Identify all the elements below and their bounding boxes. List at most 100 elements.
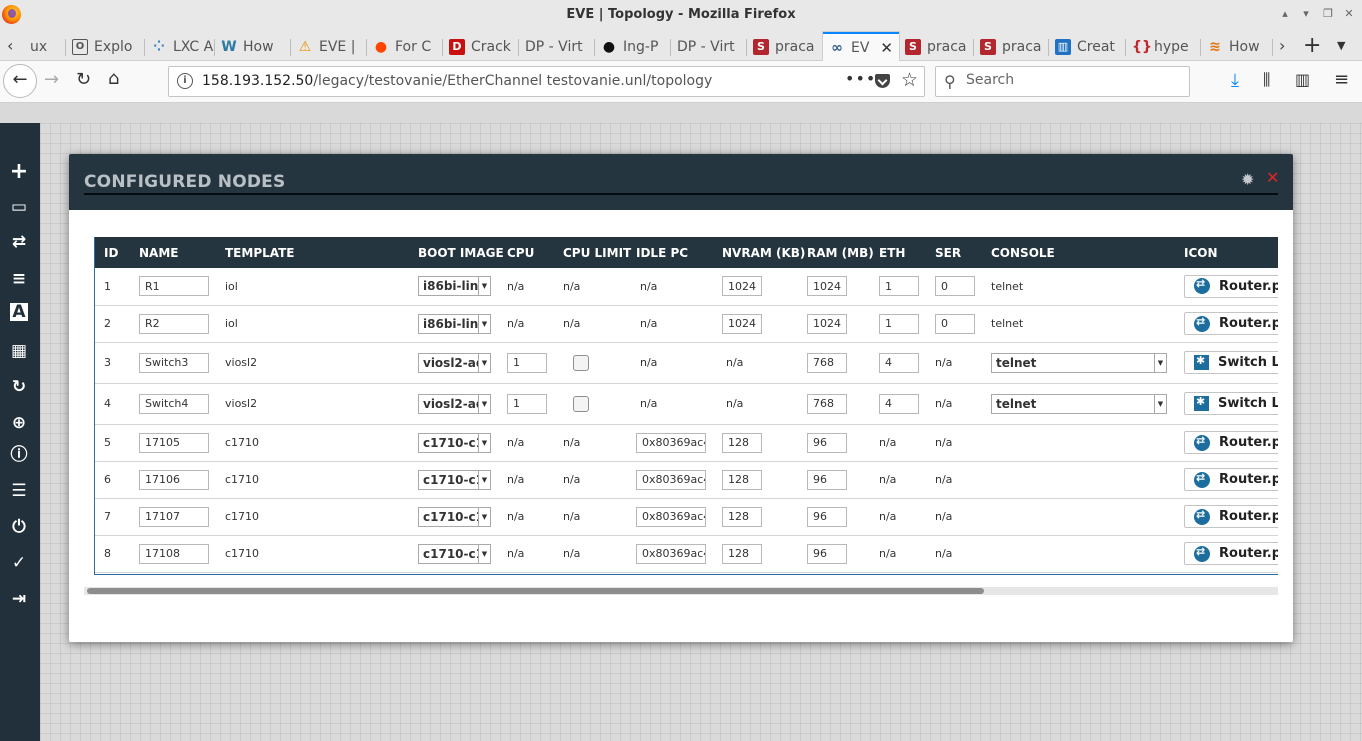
node-name-input[interactable] xyxy=(139,352,209,373)
ram-input[interactable] xyxy=(807,276,847,297)
scroll-tabs-right-icon[interactable]: › xyxy=(1279,36,1285,55)
refresh-icon[interactable]: ↻ xyxy=(8,376,30,398)
cpu-input[interactable] xyxy=(507,393,547,414)
info-icon[interactable]: ⓘ xyxy=(8,444,30,466)
node-name-input[interactable] xyxy=(139,393,209,414)
table-row[interactable]: 1ioli86bi-linux▼n/an/an/atelnetRouter.pn… xyxy=(95,268,1278,306)
icon-select[interactable]: Switch L3 xyxy=(1184,392,1278,415)
add-icon[interactable]: + xyxy=(8,161,30,183)
url-bar[interactable]: i 158.193.152.50/legacy/testovanie/Ether… xyxy=(168,66,925,97)
home-icon[interactable]: ⌂ xyxy=(108,68,119,89)
browser-tab[interactable]: ⚠ EVE | xyxy=(291,32,367,61)
nvram-input[interactable] xyxy=(722,543,762,564)
node-name-input[interactable] xyxy=(139,469,209,490)
pocket-icon[interactable] xyxy=(875,74,890,88)
ram-input[interactable] xyxy=(807,543,847,564)
power-icon[interactable]: ⏻ xyxy=(8,516,30,538)
bookmark-star-icon[interactable]: ☆ xyxy=(901,69,918,91)
new-tab-icon[interactable]: + xyxy=(1303,33,1321,58)
cpu-input[interactable] xyxy=(507,352,547,373)
nvram-input[interactable] xyxy=(722,313,762,334)
browser-tab[interactable]: ⁘ LXC A xyxy=(145,32,215,61)
icon-select[interactable]: Switch L3 xyxy=(1184,351,1278,374)
search-input[interactable] xyxy=(966,72,1181,88)
page-actions-icon[interactable]: ••• xyxy=(845,69,876,88)
nodes-table-viewport[interactable]: ID NAME TEMPLATE BOOT IMAGE CPU CPU LIMIT IDLE… xyxy=(94,237,1278,575)
idle-pc-input[interactable] xyxy=(636,506,706,527)
tab-close-icon[interactable]: ✕ xyxy=(880,39,893,57)
boot-image-select[interactable]: viosl2-adv ▼ xyxy=(418,393,491,414)
reload-icon[interactable]: ↻ xyxy=(76,69,91,90)
browser-tab[interactable]: ● For C xyxy=(367,32,443,61)
browser-tab[interactable]: ux xyxy=(24,32,66,61)
icon-select[interactable]: Router.png xyxy=(1184,312,1278,335)
zoom-icon[interactable]: ⊕ xyxy=(8,412,30,434)
node-name-input[interactable] xyxy=(139,276,209,297)
ram-input[interactable] xyxy=(807,432,847,453)
table-row[interactable]: 8c1710c1710-c1▼n/an/an/an/aRouter.png xyxy=(95,535,1278,573)
ram-input[interactable] xyxy=(807,313,847,334)
icon-select[interactable]: Router.png xyxy=(1184,431,1278,454)
ram-input[interactable] xyxy=(807,393,847,414)
tab-list-icon[interactable]: ▼ xyxy=(1337,39,1345,52)
boot-image-select[interactable]: c1710-c1 ▼ xyxy=(418,506,491,527)
gear-icon[interactable]: ✹ xyxy=(1241,170,1254,189)
nvram-input[interactable] xyxy=(722,276,762,297)
text-icon[interactable]: A xyxy=(10,303,28,321)
browser-tab[interactable]: ● Ing-P xyxy=(595,32,671,61)
library-icon[interactable]: ⫼ xyxy=(1263,70,1270,90)
icon-select[interactable]: Router.png xyxy=(1184,468,1278,491)
nodes-icon[interactable]: ▭ xyxy=(8,196,30,218)
icon-select[interactable]: Router.png xyxy=(1184,542,1278,565)
node-name-input[interactable] xyxy=(139,432,209,453)
window-up-icon[interactable]: ▴ xyxy=(1277,6,1293,22)
browser-tab[interactable]: Spraca xyxy=(899,32,974,61)
boot-image-select[interactable]: c1710-c1 ▼ xyxy=(418,469,491,490)
table-row[interactable]: 3viosl2viosl2-adv▼n/an/an/atelnet▼Switch… xyxy=(95,342,1278,384)
browser-tab[interactable]: DP - Virt xyxy=(671,32,747,61)
site-info-icon[interactable]: i xyxy=(177,73,193,89)
idle-pc-input[interactable] xyxy=(636,469,706,490)
ram-input[interactable] xyxy=(807,352,847,373)
idle-pc-input[interactable] xyxy=(636,543,706,564)
window-restore-icon[interactable]: ❐ xyxy=(1320,6,1336,22)
browser-tab[interactable]: O Explo xyxy=(66,32,145,61)
ram-input[interactable] xyxy=(807,506,847,527)
ser-input[interactable] xyxy=(935,313,975,334)
browser-tab[interactable]: ▥ Creat xyxy=(1049,32,1126,61)
startup-configs-icon[interactable]: ≡ xyxy=(8,268,30,290)
list-icon[interactable]: ☰ xyxy=(8,480,30,502)
eth-input[interactable] xyxy=(879,393,919,414)
table-row[interactable]: 4viosl2viosl2-adv▼n/an/an/atelnet▼Switch… xyxy=(95,383,1278,425)
browser-tab[interactable]: {} hype xyxy=(1126,32,1201,61)
browser-tab[interactable]: Spraca xyxy=(747,32,823,61)
ser-input[interactable] xyxy=(935,276,975,297)
node-name-input[interactable] xyxy=(139,506,209,527)
boot-image-select[interactable]: i86bi-linux ▼ xyxy=(418,313,491,334)
nvram-input[interactable] xyxy=(722,469,762,490)
check-icon[interactable]: ✓ xyxy=(8,552,30,574)
logout-icon[interactable]: ⇥ xyxy=(8,588,30,610)
window-minimize-icon[interactable]: ▾ xyxy=(1298,6,1314,22)
browser-tab[interactable]: D Crack xyxy=(443,32,519,61)
table-row[interactable]: 7c1710c1710-c1▼n/an/an/an/aRouter.png xyxy=(95,498,1278,536)
sidebar-toggle-icon[interactable]: ▥ xyxy=(1295,70,1310,89)
url-text[interactable]: 158.193.152.50/legacy/testovanie/EtherCh… xyxy=(202,73,712,89)
networks-icon[interactable]: ⇄ xyxy=(8,231,30,253)
boot-image-select[interactable]: i86bi-linux ▼ xyxy=(418,276,491,297)
console-select[interactable]: telnet ▼ xyxy=(991,393,1167,414)
ram-input[interactable] xyxy=(807,469,847,490)
eth-input[interactable] xyxy=(879,313,919,334)
back-button[interactable]: ← xyxy=(3,64,37,98)
scrollbar-thumb[interactable] xyxy=(87,588,984,594)
nvram-input[interactable] xyxy=(722,432,762,453)
node-name-input[interactable] xyxy=(139,543,209,564)
icon-select[interactable]: Router.png xyxy=(1184,274,1278,298)
boot-image-select[interactable]: viosl2-adv ▼ xyxy=(418,352,491,373)
horizontal-scrollbar[interactable] xyxy=(84,587,1278,595)
boot-image-select[interactable]: c1710-c1 ▼ xyxy=(418,543,491,564)
browser-tab[interactable]: ≋ How xyxy=(1201,32,1273,61)
idle-pc-input[interactable] xyxy=(636,432,706,453)
table-row[interactable]: 6c1710c1710-c1▼n/an/an/an/aRouter.png xyxy=(95,461,1278,499)
window-close-icon[interactable]: ✕ xyxy=(1341,6,1357,22)
